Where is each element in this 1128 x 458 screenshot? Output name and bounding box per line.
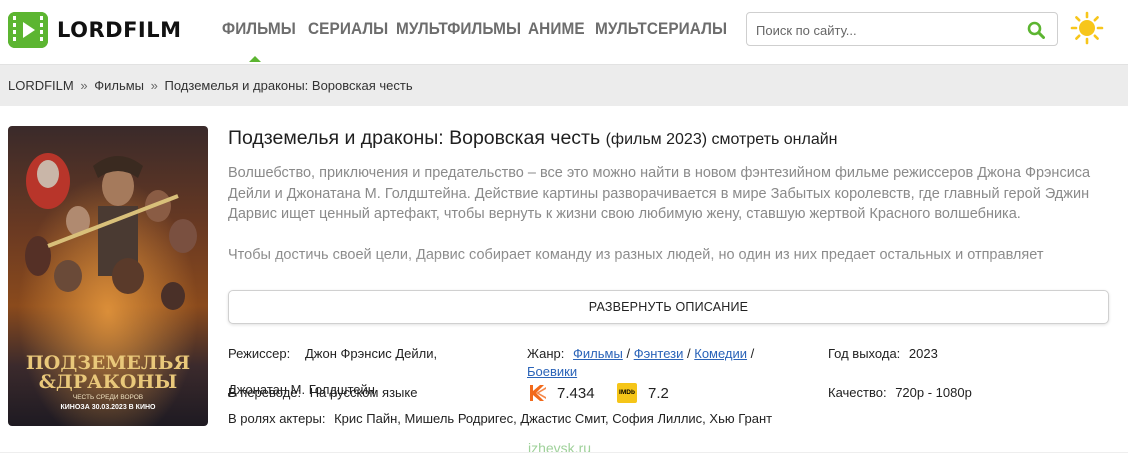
genre-info: Жанр: Фильмы / Фэнтези / Комедии / Боеви… (527, 345, 797, 381)
description-paragraph: Волшебство, приключения и предательство … (228, 165, 1091, 222)
genre-link-fantasy[interactable]: Фэнтези (634, 346, 684, 361)
quality-info: Качество: 720p - 1080p (828, 384, 972, 402)
nav-item-films[interactable]: ФИЛЬМЫ (222, 20, 296, 39)
active-nav-indicator (249, 56, 261, 62)
search-icon[interactable] (1027, 21, 1045, 39)
genre-label: Жанр: (527, 346, 565, 361)
genre-link-comedy[interactable]: Комедии (694, 346, 747, 361)
breadcrumb: LORDFILM » Фильмы » Подземелья и драконы… (8, 78, 413, 93)
theme-toggle-sun-icon[interactable] (1070, 11, 1104, 45)
translation-label: В переводе: (228, 385, 302, 400)
main-nav: ФИЛЬМЫ СЕРИАЛЫ МУЛЬТФИЛЬМЫ АНИМЕ МУЛЬТСЕ… (222, 20, 757, 39)
kinopoisk-icon (527, 383, 547, 403)
imdb-score: 7.2 (648, 384, 669, 402)
genre-separator: / (626, 346, 631, 361)
year-value: 2023 (908, 346, 938, 361)
breadcrumb-current: Подземелья и драконы: Воровская честь (164, 78, 413, 93)
nav-item-cartoons[interactable]: МУЛЬТФИЛЬМЫ (396, 20, 521, 39)
quality-label: Качество: (828, 385, 887, 400)
search-box (746, 12, 1058, 46)
imdb-icon: IMDb (617, 383, 637, 403)
breadcrumb-bar: LORDFILM » Фильмы » Подземелья и драконы… (0, 64, 1128, 106)
director-value-1: Джон Фрэнсис Дейли, (305, 346, 438, 361)
year-info: Год выхода: 2023 (828, 345, 938, 363)
poster-release: КИНОЗА 30.03.2023 В КИНО (61, 404, 157, 411)
imdb-rating: IMDb 7.2 (617, 383, 669, 403)
actors-info: В ролях актеры: Крис Пайн, Мишель Родриг… (228, 410, 772, 428)
search-input[interactable] (756, 20, 1016, 40)
movie-description: Волшебство, приключения и предательство … (228, 163, 1108, 265)
director-label: Режиссер: (228, 346, 291, 361)
movie-title: Подземелья и драконы: Воровская честь (228, 127, 601, 149)
year-label: Год выхода: (828, 346, 901, 361)
actors-label: В ролях актеры: (228, 411, 326, 426)
play-logo-icon (8, 12, 48, 48)
movie-poster: ПОДЗЕМЕЛЬЯ &ДРАКОНЫ ЧЕСТЬ СРЕДИ ВОРОВ КИ… (8, 126, 208, 426)
kinopoisk-score: 7.434 (557, 384, 595, 402)
translation-info: В переводе: На русском языке (228, 384, 417, 402)
nav-item-series[interactable]: СЕРИАЛЫ (308, 20, 388, 39)
breadcrumb-separator: » (80, 78, 88, 93)
actors-value: Крис Пайн, Мишель Родригес, Джастис Смит… (334, 411, 773, 426)
kinopoisk-rating: 7.434 (527, 383, 595, 403)
genre-separator: / (750, 346, 755, 361)
site-logo[interactable]: LORDFILM (8, 12, 182, 48)
nav-item-animated-series[interactable]: МУЛЬТСЕРИАЛЫ (595, 20, 727, 39)
page-title: Подземелья и драконы: Воровская честь (ф… (228, 127, 837, 150)
poster-title-line2: &ДРАКОНЫ (39, 371, 177, 393)
nav-item-anime[interactable]: АНИМЕ (528, 20, 585, 39)
poster-tagline: ЧЕСТЬ СРЕДИ ВОРОВ (73, 394, 143, 401)
breadcrumb-separator: » (150, 78, 158, 93)
genre-link-films[interactable]: Фильмы (573, 346, 623, 361)
logo-text: LORDFILM (57, 18, 182, 42)
translation-value: На русском языке (309, 385, 418, 400)
site-header: LORDFILM ФИЛЬМЫ СЕРИАЛЫ МУЛЬТФИЛЬМЫ АНИМ… (0, 0, 1128, 62)
divider (0, 452, 1128, 453)
breadcrumb-films-link[interactable]: Фильмы (94, 78, 144, 93)
movie-title-suffix: (фильм 2023) смотреть онлайн (605, 131, 838, 148)
watermark: izhevsk.ru (528, 440, 592, 456)
breadcrumb-home-link[interactable]: LORDFILM (8, 78, 74, 93)
quality-value: 720p - 1080p (895, 385, 972, 400)
genre-link-action[interactable]: Боевики (527, 364, 577, 379)
expand-description-button[interactable]: РАЗВЕРНУТЬ ОПИСАНИЕ (228, 290, 1109, 324)
genre-separator: / (687, 346, 691, 361)
